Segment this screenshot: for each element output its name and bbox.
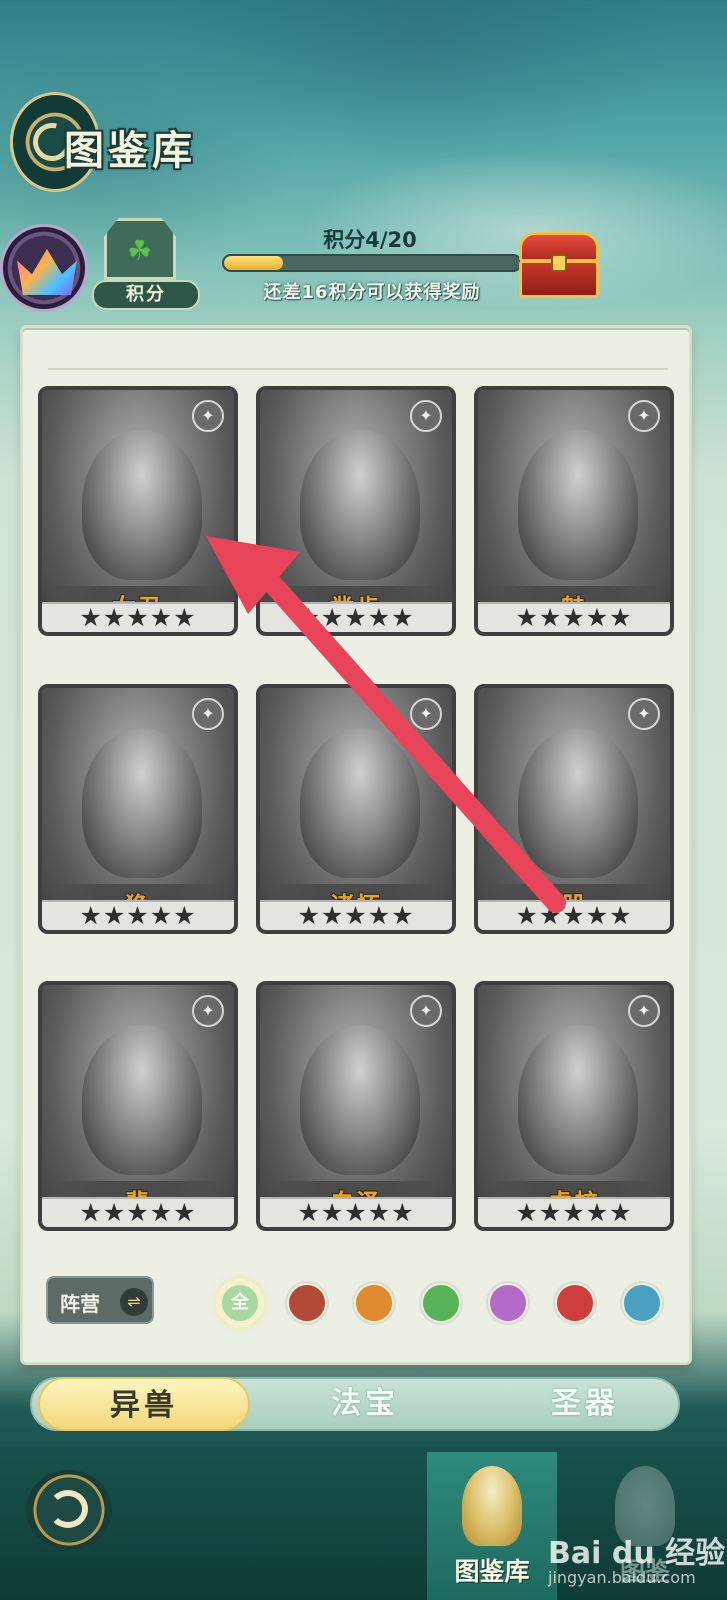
faction-filter-0[interactable]: 全 [220,1283,260,1323]
beast-silhouette [82,430,202,580]
swap-icon: ⇌ [120,1288,148,1316]
beast-silhouette [300,728,420,878]
faction-icon: ✦ [410,400,442,432]
beast-card[interactable]: ✦白泽★★★★★ [256,981,456,1231]
page-title: 图鉴库 [64,127,196,174]
faction-filter-1[interactable] [287,1283,327,1323]
crown-avatar-button[interactable] [0,224,88,312]
faction-filter-2[interactable] [354,1283,394,1323]
watermark-url: jingyan.baidu.com [548,1568,696,1587]
back-arrow-icon [48,1490,88,1528]
beast-card[interactable]: ✦狰★★★★★ [38,684,238,934]
beast-silhouette [300,430,420,580]
faction-icon: ✦ [410,995,442,1027]
star-rating: ★★★★★ [478,900,670,930]
beast-card[interactable]: ✦女丑★★★★★ [38,386,238,636]
faction-icon: ✦ [410,698,442,730]
star-rating: ★★★★★ [260,900,452,930]
divider [48,368,668,370]
star-rating: ★★★★★ [42,900,234,930]
beast-silhouette [518,1025,638,1175]
faction-icon: ✦ [192,995,224,1027]
treasure-chest-icon[interactable] [513,222,605,302]
watermark-brand: Bai du 经验 [548,1536,726,1571]
faction-icon: ✦ [628,698,660,730]
faction-icon: ✦ [192,698,224,730]
beast-card[interactable]: ✦蜚★★★★★ [38,981,238,1231]
star-rating: ★★★★★ [260,1197,452,1227]
nav-collection[interactable]: 图鉴库 [427,1452,557,1600]
faction-icon: ✦ [628,995,660,1027]
score-progress-bar [222,254,522,272]
beast-card[interactable]: ✦凿齿★★★★★ [256,386,456,636]
score-progress-fill [224,256,284,270]
tab-artifacts[interactable]: 圣器 [515,1377,655,1431]
faction-filter-6[interactable] [622,1283,662,1323]
star-rating: ★★★★★ [42,1197,234,1227]
beast-silhouette [300,1025,420,1175]
beast-card[interactable]: ✦兕★★★★★ [474,684,674,934]
faction-label: 阵营 [60,1292,100,1316]
star-rating: ★★★★★ [260,602,452,632]
star-rating: ★★★★★ [478,602,670,632]
clover-icon: ☘ [127,234,153,267]
faction-icon: ✦ [628,400,660,432]
score-label[interactable]: 积分 [92,280,200,310]
faction-filter-3[interactable] [421,1283,461,1323]
faction-filter-4[interactable] [488,1283,528,1323]
beast-card[interactable]: ✦虎蛟★★★★★ [474,981,674,1231]
faction-toggle-button[interactable]: 阵营 ⇌ [46,1276,154,1324]
faction-icon: ✦ [192,400,224,432]
tab-beasts[interactable]: 异兽 [38,1377,250,1431]
beast-card[interactable]: ✦魅★★★★★ [474,386,674,636]
progress-hint: 还差16积分可以获得奖励 [263,282,481,303]
progress-text: 积分4/20 [323,228,417,252]
beast-silhouette [518,430,638,580]
back-button[interactable] [26,1470,112,1550]
faction-filter-5[interactable] [555,1283,595,1323]
beast-silhouette [82,1025,202,1175]
tab-treasures[interactable]: 法宝 [295,1377,435,1431]
collection-hero-icon [462,1466,522,1546]
star-rating: ★★★★★ [42,602,234,632]
beast-silhouette [518,728,638,878]
beast-silhouette [82,728,202,878]
star-rating: ★★★★★ [478,1197,670,1227]
crown-icon [17,249,77,295]
nav-collection-label: 图鉴库 [454,1557,530,1586]
beast-card[interactable]: ✦诸怀★★★★★ [256,684,456,934]
